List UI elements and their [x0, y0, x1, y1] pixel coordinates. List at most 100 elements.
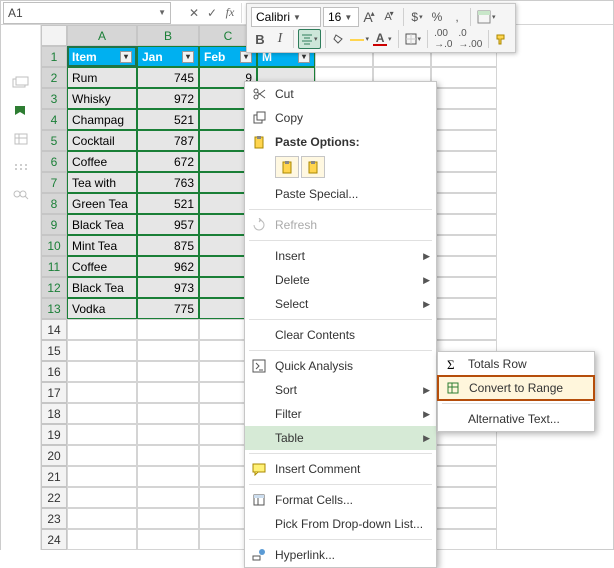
row-header[interactable]: 9	[41, 214, 67, 235]
row-header[interactable]: 23	[41, 508, 67, 529]
align-center-button[interactable]: ▾	[298, 29, 321, 49]
enter-formula-icon[interactable]: ✓	[203, 2, 221, 24]
submenu-totals-row[interactable]: ΣTotals Row	[438, 352, 594, 376]
cell[interactable]	[137, 382, 199, 403]
cell[interactable]	[431, 445, 497, 466]
bookmark-icon[interactable]	[1, 97, 41, 125]
paste-normal-button[interactable]	[275, 156, 299, 178]
cell[interactable]	[431, 109, 497, 130]
row-header[interactable]: 8	[41, 193, 67, 214]
format-painter-button[interactable]	[493, 29, 511, 49]
cell-item[interactable]: Mint Tea	[67, 235, 137, 256]
cell-item[interactable]: Coffee	[67, 151, 137, 172]
cell[interactable]	[67, 424, 137, 445]
cell[interactable]	[137, 340, 199, 361]
cell[interactable]	[431, 529, 497, 550]
cell[interactable]	[431, 214, 497, 235]
cell[interactable]	[67, 466, 137, 487]
cell-jan[interactable]: 787	[137, 130, 199, 151]
row-header[interactable]: 3	[41, 88, 67, 109]
cell[interactable]	[67, 361, 137, 382]
row-header[interactable]: 12	[41, 277, 67, 298]
font-name-select[interactable]: Calibri ▼	[251, 7, 321, 27]
cell[interactable]	[431, 319, 497, 340]
cell-jan[interactable]: 962	[137, 256, 199, 277]
row-header[interactable]: 14	[41, 319, 67, 340]
row-header[interactable]: 16	[41, 361, 67, 382]
cell[interactable]	[67, 487, 137, 508]
cell[interactable]	[137, 403, 199, 424]
cell-item[interactable]: Black Tea	[67, 277, 137, 298]
menu-pick-list[interactable]: Pick From Drop-down List...	[245, 512, 436, 536]
row-header[interactable]: 20	[41, 445, 67, 466]
cell[interactable]	[137, 424, 199, 445]
cell[interactable]	[67, 445, 137, 466]
grow-font-button[interactable]: A▴	[361, 7, 379, 27]
cell[interactable]	[67, 382, 137, 403]
cell[interactable]	[67, 319, 137, 340]
cell[interactable]	[431, 466, 497, 487]
cell[interactable]	[431, 277, 497, 298]
currency-button[interactable]: $▾	[408, 7, 426, 27]
cell-item[interactable]: Vodka	[67, 298, 137, 319]
row-header[interactable]: 11	[41, 256, 67, 277]
cell[interactable]	[137, 529, 199, 550]
cell[interactable]	[67, 403, 137, 424]
row-header[interactable]: 21	[41, 466, 67, 487]
find-icon[interactable]	[1, 181, 41, 209]
row-header[interactable]: 1	[41, 46, 67, 67]
cell[interactable]	[431, 193, 497, 214]
cell[interactable]	[431, 88, 497, 109]
row-header[interactable]: 19	[41, 424, 67, 445]
cell[interactable]	[67, 508, 137, 529]
bold-button[interactable]: B	[251, 29, 269, 49]
comma-button[interactable]: ,	[448, 7, 466, 27]
cell[interactable]	[431, 151, 497, 172]
row-header[interactable]: 22	[41, 487, 67, 508]
cell-item[interactable]: Black Tea	[67, 214, 137, 235]
chevron-down-icon[interactable]: ▼	[293, 13, 301, 22]
menu-paste-special[interactable]: Paste Special...	[245, 182, 436, 206]
menu-delete[interactable]: Delete▶	[245, 268, 436, 292]
menu-select[interactable]: Select▶	[245, 292, 436, 316]
row-header[interactable]: 4	[41, 109, 67, 130]
submenu-convert-to-range[interactable]: Convert to Range	[437, 375, 595, 401]
shrink-font-button[interactable]: A▾	[381, 7, 399, 27]
cell[interactable]	[431, 298, 497, 319]
cell-item[interactable]: Green Tea	[67, 193, 137, 214]
cell[interactable]	[137, 361, 199, 382]
dots-icon[interactable]	[1, 153, 41, 181]
cell-item[interactable]: Champag	[67, 109, 137, 130]
italic-button[interactable]: I	[271, 29, 289, 49]
column-header[interactable]: B	[137, 25, 199, 46]
cell-jan[interactable]: 972	[137, 88, 199, 109]
borders-button[interactable]: ▾	[403, 29, 424, 49]
menu-hyperlink[interactable]: Hyperlink...	[245, 543, 436, 567]
cell[interactable]	[137, 319, 199, 340]
cell-jan[interactable]: 875	[137, 235, 199, 256]
cell-jan[interactable]: 521	[137, 109, 199, 130]
cell-jan[interactable]: 973	[137, 277, 199, 298]
fx-icon[interactable]: fx	[221, 2, 239, 24]
menu-copy[interactable]: Copy	[245, 106, 436, 130]
cell-item[interactable]: Cocktail	[67, 130, 137, 151]
decrease-decimal-button[interactable]: .0→.00	[456, 29, 484, 49]
cell-jan[interactable]: 957	[137, 214, 199, 235]
row-header[interactable]: 13	[41, 298, 67, 319]
cell[interactable]	[67, 529, 137, 550]
menu-table[interactable]: Table▶	[245, 426, 436, 450]
percent-button[interactable]: %	[428, 7, 446, 27]
filter-button[interactable]: ▾	[120, 51, 132, 63]
cell-jan[interactable]: 775	[137, 298, 199, 319]
filter-button[interactable]: ▾	[182, 51, 194, 63]
cell[interactable]	[431, 508, 497, 529]
row-header[interactable]: 6	[41, 151, 67, 172]
row-header[interactable]: 17	[41, 382, 67, 403]
cell-jan[interactable]: 763	[137, 172, 199, 193]
menu-cut[interactable]: Cut	[245, 82, 436, 106]
row-header[interactable]: 5	[41, 130, 67, 151]
layers-icon[interactable]	[1, 69, 41, 97]
table-header-cell[interactable]: Item▾	[67, 46, 137, 67]
row-header[interactable]: 2	[41, 67, 67, 88]
menu-insert[interactable]: Insert▶	[245, 244, 436, 268]
